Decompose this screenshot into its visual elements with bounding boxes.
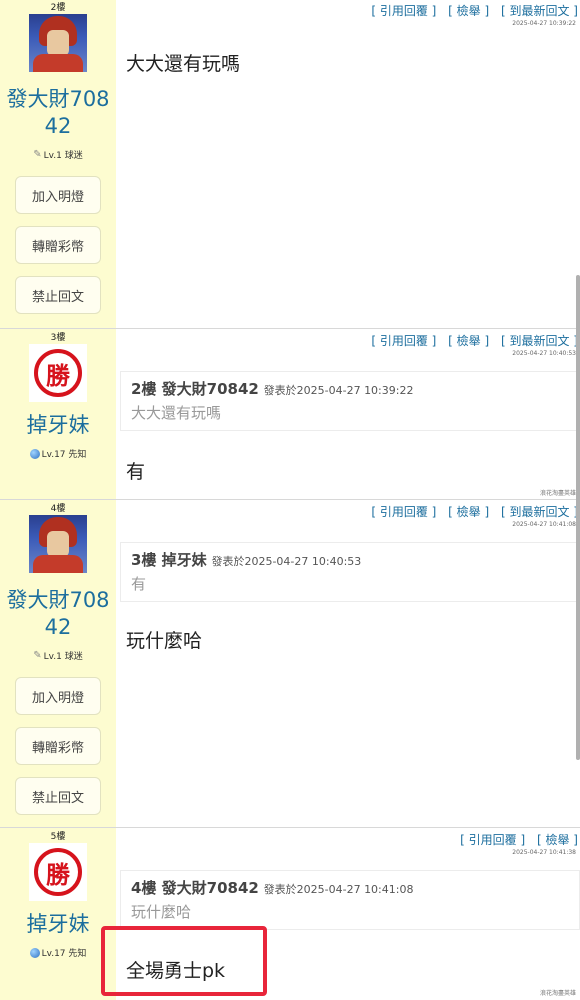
post-body: [ 引用回覆 ] [ 檢舉 ] [ 到最新回文 ] 2025-04-27 10:…	[116, 329, 580, 500]
post-actions: [ 引用回覆 ] [ 檢舉 ] [ 到最新回文 ]	[363, 503, 578, 520]
quote-block: 4樓 發大財70842 發表於2025-04-27 10:41:08 玩什麼哈	[120, 870, 580, 930]
report-link[interactable]: [ 檢舉 ]	[448, 505, 489, 519]
gift-coins-button[interactable]: 轉贈彩幣	[15, 226, 101, 264]
quote-ref: 4樓 發大財70842	[131, 879, 259, 897]
floor-number: 2樓	[50, 3, 66, 13]
user-level: Lv.17 先知	[29, 946, 87, 959]
floor-number: 3樓	[50, 333, 66, 343]
quote-header: 3樓 掉牙妹 發表於2025-04-27 10:40:53	[131, 549, 361, 570]
username-link[interactable]: 發大財70842	[3, 587, 113, 641]
avatar-glyph: 勝	[34, 848, 82, 896]
quote-ref: 3樓 掉牙妹	[131, 551, 207, 569]
post-floor-5: 5樓 勝 掉牙妹 Lv.17 先知 [ 引用回覆 ] [ 檢舉 ] 2025-0…	[0, 827, 580, 1000]
post-timestamp: 2025-04-27 10:40:53	[512, 350, 576, 357]
user-level: Lv.17 先知	[29, 447, 87, 460]
floor-number: 5樓	[50, 832, 66, 842]
avatar[interactable]: 勝	[29, 843, 87, 901]
quote-header: 4樓 發大財70842 發表於2025-04-27 10:41:08	[131, 877, 413, 898]
post-floor-3: 3樓 勝 掉牙妹 Lv.17 先知 [ 引用回覆 ] [ 檢舉 ] [ 到最新回…	[0, 328, 580, 500]
latest-reply-link[interactable]: [ 到最新回文 ]	[501, 334, 578, 348]
post-floor-2: 2樓 發大財70842 ✎ Lv.1 球迷 加入明燈 轉贈彩幣 禁止回文 [ 引用…	[0, 0, 580, 328]
level-text: Lv.17 先知	[41, 450, 87, 460]
pencil-icon: ✎	[33, 650, 42, 661]
level-text: Lv.17 先知	[41, 949, 87, 959]
user-sidebar: 4樓 發大財70842 ✎ Lv.1 球迷 加入明燈 轉贈彩幣 禁止回文	[0, 500, 116, 828]
user-level: ✎ Lv.1 球迷	[33, 649, 82, 662]
level-text: Lv.1 球迷	[43, 652, 83, 662]
username-link[interactable]: 掉牙妹	[3, 911, 113, 938]
add-light-button[interactable]: 加入明燈	[15, 176, 101, 214]
ban-reply-button[interactable]: 禁止回文	[15, 276, 101, 314]
post-actions: [ 引用回覆 ] [ 檢舉 ] [ 到最新回文 ]	[363, 332, 578, 349]
username-link[interactable]: 發大財70842	[3, 86, 113, 140]
post-body: [ 引用回覆 ] [ 檢舉 ] [ 到最新回文 ] 2025-04-27 10:…	[116, 0, 580, 328]
avatar[interactable]: 勝	[29, 344, 87, 402]
post-content: 有	[126, 461, 146, 483]
quote-block: 3樓 掉牙妹 發表於2025-04-27 10:40:53 有	[120, 542, 580, 602]
quote-posted: 發表於2025-04-27 10:41:08	[263, 883, 414, 896]
user-sidebar: 2樓 發大財70842 ✎ Lv.1 球迷 加入明燈 轉贈彩幣 禁止回文	[0, 0, 116, 328]
avatar-glyph: 勝	[34, 349, 82, 397]
post-timestamp: 2025-04-27 10:41:38	[512, 849, 576, 856]
quote-posted: 發表於2025-04-27 10:39:22	[263, 384, 414, 397]
latest-reply-link[interactable]: [ 到最新回文 ]	[501, 4, 578, 18]
scrollbar[interactable]	[576, 275, 580, 760]
post-content: 玩什麼哈	[126, 630, 203, 652]
avatar[interactable]	[29, 14, 87, 72]
report-link[interactable]: [ 檢舉 ]	[448, 334, 489, 348]
post-content: 大大還有玩嗎	[126, 53, 241, 75]
quote-reply-link[interactable]: [ 引用回覆 ]	[371, 334, 436, 348]
globe-icon	[29, 947, 40, 958]
quote-reply-link[interactable]: [ 引用回覆 ]	[371, 4, 436, 18]
report-link[interactable]: [ 檢舉 ]	[448, 4, 489, 18]
level-text: Lv.1 球迷	[43, 151, 83, 161]
quote-text: 玩什麼哈	[131, 903, 192, 921]
globe-icon	[29, 448, 40, 459]
add-light-button[interactable]: 加入明燈	[15, 677, 101, 715]
quote-ref: 2樓 發大財70842	[131, 380, 259, 398]
quote-block: 2樓 發大財70842 發表於2025-04-27 10:39:22 大大還有玩…	[120, 371, 580, 431]
ban-reply-button[interactable]: 禁止回文	[15, 777, 101, 815]
gift-coins-button[interactable]: 轉贈彩幣	[15, 727, 101, 765]
post-body: [ 引用回覆 ] [ 檢舉 ] [ 到最新回文 ] 2025-04-27 10:…	[116, 500, 580, 828]
highlight-box	[101, 926, 267, 996]
quote-text: 大大還有玩嗎	[131, 404, 222, 422]
signature: 浪花淘盡英雄	[539, 990, 576, 997]
quote-text: 有	[131, 575, 147, 593]
avatar[interactable]	[29, 515, 87, 573]
latest-reply-link[interactable]: [ 到最新回文 ]	[501, 505, 578, 519]
user-level: ✎ Lv.1 球迷	[33, 148, 82, 161]
user-sidebar: 3樓 勝 掉牙妹 Lv.17 先知	[0, 329, 116, 500]
username-link[interactable]: 掉牙妹	[3, 412, 113, 439]
quote-reply-link[interactable]: [ 引用回覆 ]	[460, 833, 525, 847]
signature: 浪花淘盡英雄	[539, 490, 576, 497]
quote-reply-link[interactable]: [ 引用回覆 ]	[371, 505, 436, 519]
post-actions: [ 引用回覆 ] [ 檢舉 ] [ 到最新回文 ]	[363, 2, 578, 19]
floor-number: 4樓	[50, 504, 66, 514]
post-floor-4: 4樓 發大財70842 ✎ Lv.1 球迷 加入明燈 轉贈彩幣 禁止回文 [ 引用…	[0, 499, 580, 828]
post-timestamp: 2025-04-27 10:39:22	[512, 20, 576, 27]
report-link[interactable]: [ 檢舉 ]	[537, 833, 578, 847]
quote-posted: 發表於2025-04-27 10:40:53	[211, 555, 362, 568]
post-timestamp: 2025-04-27 10:41:08	[512, 521, 576, 528]
pencil-icon: ✎	[33, 149, 42, 160]
user-sidebar: 5樓 勝 掉牙妹 Lv.17 先知	[0, 828, 116, 1000]
post-actions: [ 引用回覆 ] [ 檢舉 ]	[452, 831, 578, 848]
quote-header: 2樓 發大財70842 發表於2025-04-27 10:39:22	[131, 378, 413, 399]
